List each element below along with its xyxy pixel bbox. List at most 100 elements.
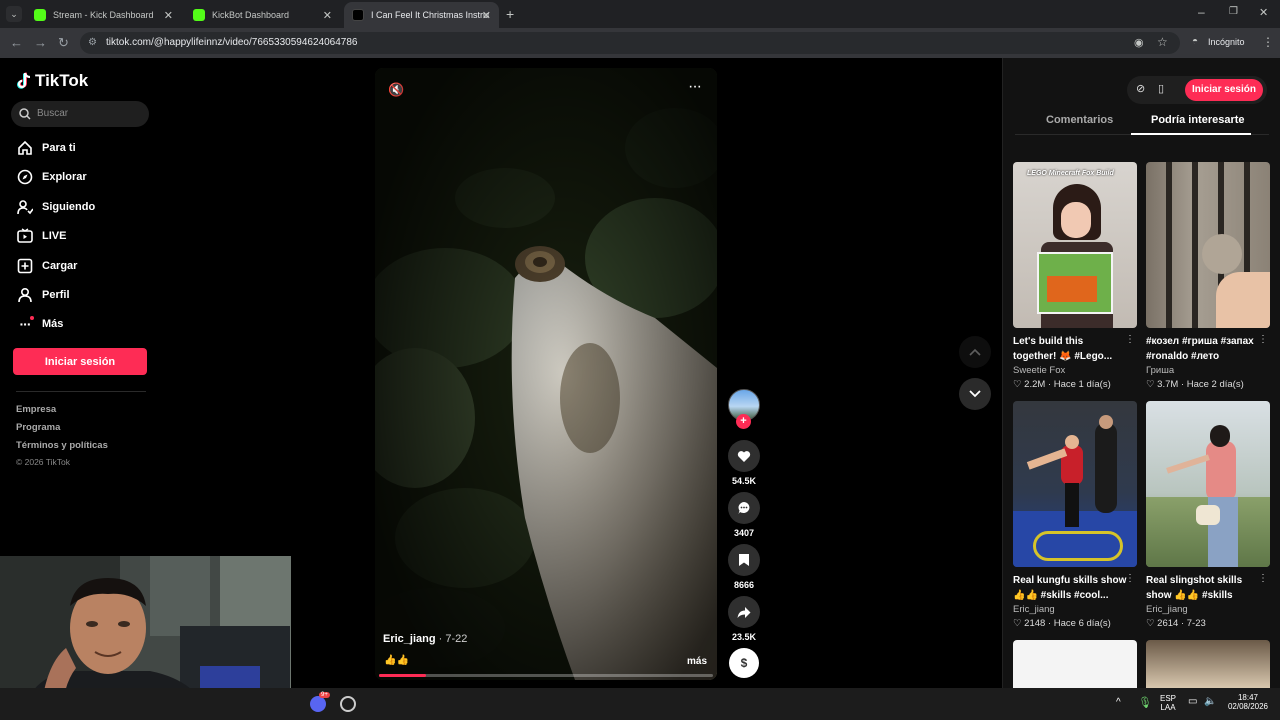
video-progress-fill (379, 674, 426, 677)
restore-icon[interactable]: ❐ (1229, 6, 1238, 17)
video-thumbnail: LEGO Minecraft Fox Build (1013, 162, 1137, 328)
footer-link-programa[interactable]: Programa (16, 422, 60, 433)
card-author[interactable]: Гриша (1146, 365, 1270, 376)
suggested-video-card-partial[interactable] (1146, 640, 1270, 688)
nav-label: Siguiendo (42, 201, 96, 213)
card-when: 7-23 (1186, 618, 1206, 629)
sidebar-login-button[interactable]: Iniciar sesión (13, 348, 147, 375)
tab-title: KickBot Dashboard (212, 10, 290, 20)
browser-tab-kickbot[interactable]: KickBot Dashboard ✕ (185, 2, 340, 28)
microphone-icon[interactable]: 🎙 (1138, 696, 1152, 709)
close-tab-icon[interactable]: ✕ (164, 9, 173, 22)
thumbnail-caption: LEGO Minecraft Fox Build (1027, 170, 1114, 177)
video-thumbnail (1013, 401, 1137, 567)
video-author[interactable]: Eric_jiang (383, 633, 436, 645)
card-likes: 3.7M (1157, 379, 1179, 390)
card-author[interactable]: Eric_jiang (1146, 604, 1270, 615)
new-tab-icon[interactable]: + (506, 6, 514, 22)
more-options-icon[interactable]: ··· (688, 78, 702, 96)
suggested-video-card[interactable]: ⋮ #козел #гриша #запах #ronaldo #лето Гр… (1146, 162, 1270, 390)
comment-icon (738, 502, 750, 514)
video-author-line[interactable]: Eric_jiang · 7-22 (383, 633, 467, 645)
nav-live[interactable]: LIVE (16, 225, 66, 247)
like-count: 54.5K (731, 476, 757, 486)
tab-search-icon[interactable]: ⌄ (6, 6, 22, 22)
next-video-button[interactable] (959, 378, 991, 410)
card-stats: ♡ 2614 · 7-23 (1146, 618, 1206, 629)
comment-button[interactable] (728, 492, 760, 524)
suggested-video-card-partial[interactable] (1013, 640, 1137, 688)
right-panel: ⊘ ▯ Iniciar sesión Comentarios Podría in… (1002, 58, 1280, 688)
card-menu-icon[interactable]: ⋮ (1125, 573, 1135, 584)
card-menu-icon[interactable]: ⋮ (1258, 573, 1268, 584)
clock-time: 18:47 (1237, 693, 1259, 702)
search-input[interactable]: Buscar (11, 101, 149, 127)
reload-icon[interactable]: ↻ (58, 35, 69, 51)
mute-icon[interactable]: 🔇 (388, 82, 404, 98)
save-button[interactable] (728, 544, 760, 576)
heart-outline-icon: ♡ (1146, 618, 1158, 629)
suggested-video-card[interactable]: LEGO Minecraft Fox Build ⋮ Let's build t… (1013, 162, 1137, 390)
share-button[interactable] (728, 596, 760, 628)
video-thumbnail (1146, 401, 1270, 567)
nav-siguiendo[interactable]: Siguiendo (16, 196, 95, 218)
video-date: · 7-22 (435, 633, 468, 645)
minimize-icon[interactable]: – (1198, 5, 1205, 19)
browser-menu-icon[interactable]: ⋮ (1262, 35, 1274, 49)
clock[interactable]: 18:47 02/08/2026 (1222, 693, 1274, 711)
card-author[interactable]: Eric_jiang (1013, 604, 1137, 615)
browser-tab-kick-dashboard[interactable]: Stream - Kick Dashboard ✕ (26, 2, 181, 28)
incognito-label[interactable]: Incógnito (1208, 37, 1245, 47)
tiktok-logo[interactable]: TikTok (16, 71, 88, 91)
video-progress-bar[interactable] (379, 674, 713, 677)
music-disc-icon[interactable]: $ (729, 648, 759, 678)
tab-podria-interesarte[interactable]: Podría interesarte (1151, 114, 1245, 126)
card-when: Hace 6 día(s) (1053, 618, 1111, 629)
close-tab-icon[interactable]: ✕ (482, 9, 491, 22)
card-menu-icon[interactable]: ⋮ (1258, 334, 1268, 345)
following-icon (16, 198, 34, 216)
phone-icon[interactable]: ▯ (1158, 82, 1164, 95)
eye-off-icon[interactable]: ◉ (1134, 36, 1144, 49)
card-author[interactable]: Sweetie Fox (1013, 365, 1137, 376)
browser-tab-tiktok-active[interactable]: I Can Feel It Christmas Instrume ✕ (344, 2, 499, 28)
app-icon[interactable] (340, 696, 356, 712)
network-icon[interactable]: ▭ (1188, 696, 1197, 707)
nav-mas[interactable]: ··· Más (16, 313, 63, 335)
nav-para-ti[interactable]: Para ti (16, 137, 76, 159)
suggested-video-card[interactable]: ⋮ Real kungfu skills show 👍👍 #skills #co… (1013, 401, 1137, 629)
close-window-icon[interactable]: ✕ (1259, 6, 1268, 19)
video-player[interactable]: 🔇 ··· (375, 68, 717, 680)
header-login-button[interactable]: Iniciar sesión (1185, 79, 1263, 101)
heart-outline-icon: ♡ (1013, 618, 1025, 629)
discord-icon[interactable] (310, 696, 326, 712)
back-icon[interactable]: ← (10, 35, 23, 50)
tab-comentarios[interactable]: Comentarios (1046, 114, 1113, 126)
compass-icon[interactable]: ⊘ (1136, 82, 1145, 95)
tray-chevron-up-icon[interactable]: ^ (1116, 697, 1121, 708)
card-menu-icon[interactable]: ⋮ (1125, 334, 1135, 345)
like-button[interactable] (728, 440, 760, 472)
volume-icon[interactable]: 🔈 (1204, 696, 1216, 707)
nav-label: Cargar (42, 260, 78, 272)
language-indicator[interactable]: ESP LAA (1158, 694, 1178, 712)
forward-icon[interactable]: → (34, 35, 47, 50)
nav-label: LIVE (42, 230, 67, 242)
previous-video-button[interactable] (959, 336, 991, 368)
nav-explorar[interactable]: Explorar (16, 166, 87, 188)
follow-plus-icon[interactable]: + (736, 414, 751, 429)
profile-icon (16, 286, 34, 304)
footer-link-terminos[interactable]: Términos y políticas (16, 440, 108, 451)
nav-cargar[interactable]: Cargar (16, 255, 77, 277)
card-stats: ♡ 2148 · Hace 6 día(s) (1013, 618, 1111, 629)
keyboard-layout: LAA (1160, 703, 1176, 712)
close-tab-icon[interactable]: ✕ (323, 9, 332, 22)
browser-toolbar: ← → ↻ ⚙ tiktok.com/@happylifeinnz/video/… (0, 28, 1280, 58)
caption-more-link[interactable]: más (687, 656, 707, 667)
address-bar[interactable]: ⚙ tiktok.com/@happylifeinnz/video/766533… (80, 32, 1180, 54)
footer-link-empresa[interactable]: Empresa (16, 404, 56, 415)
suggested-video-card[interactable]: ⋮ Real slingshot skills show 👍👍 #skills … (1146, 401, 1270, 629)
site-info-icon[interactable]: ⚙ (88, 37, 97, 48)
nav-perfil[interactable]: Perfil (16, 284, 70, 306)
bookmark-star-icon[interactable]: ☆ (1157, 35, 1168, 49)
